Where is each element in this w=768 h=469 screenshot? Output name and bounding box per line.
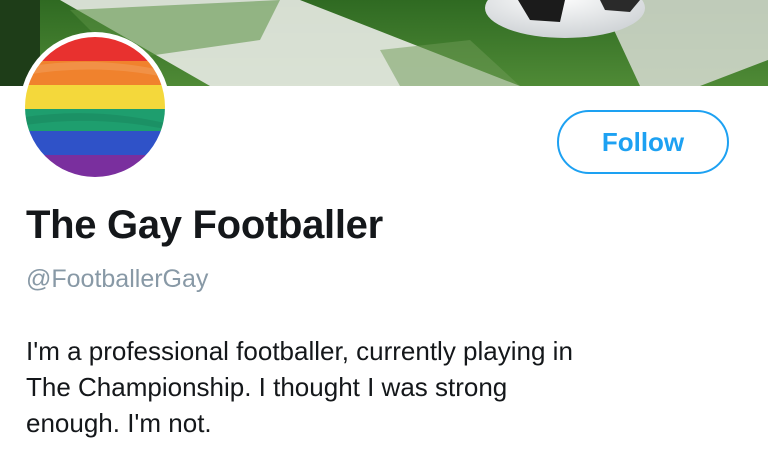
bio-line: I'm a professional footballer, currently… bbox=[26, 336, 573, 366]
display-name: The Gay Footballer bbox=[26, 203, 383, 247]
bio: I'm a professional footballer, currently… bbox=[26, 333, 746, 441]
user-handle[interactable]: @FootballerGay bbox=[26, 265, 208, 294]
bio-line: enough. I'm not. bbox=[26, 408, 212, 438]
avatar-image bbox=[25, 37, 165, 177]
profile-card: Follow The Gay Footballer @FootballerGay… bbox=[0, 0, 768, 469]
follow-button[interactable]: Follow bbox=[557, 110, 729, 174]
rainbow-flag-icon bbox=[25, 37, 165, 177]
avatar[interactable] bbox=[20, 32, 170, 182]
bio-line: The Championship. I thought I was strong bbox=[26, 372, 508, 402]
